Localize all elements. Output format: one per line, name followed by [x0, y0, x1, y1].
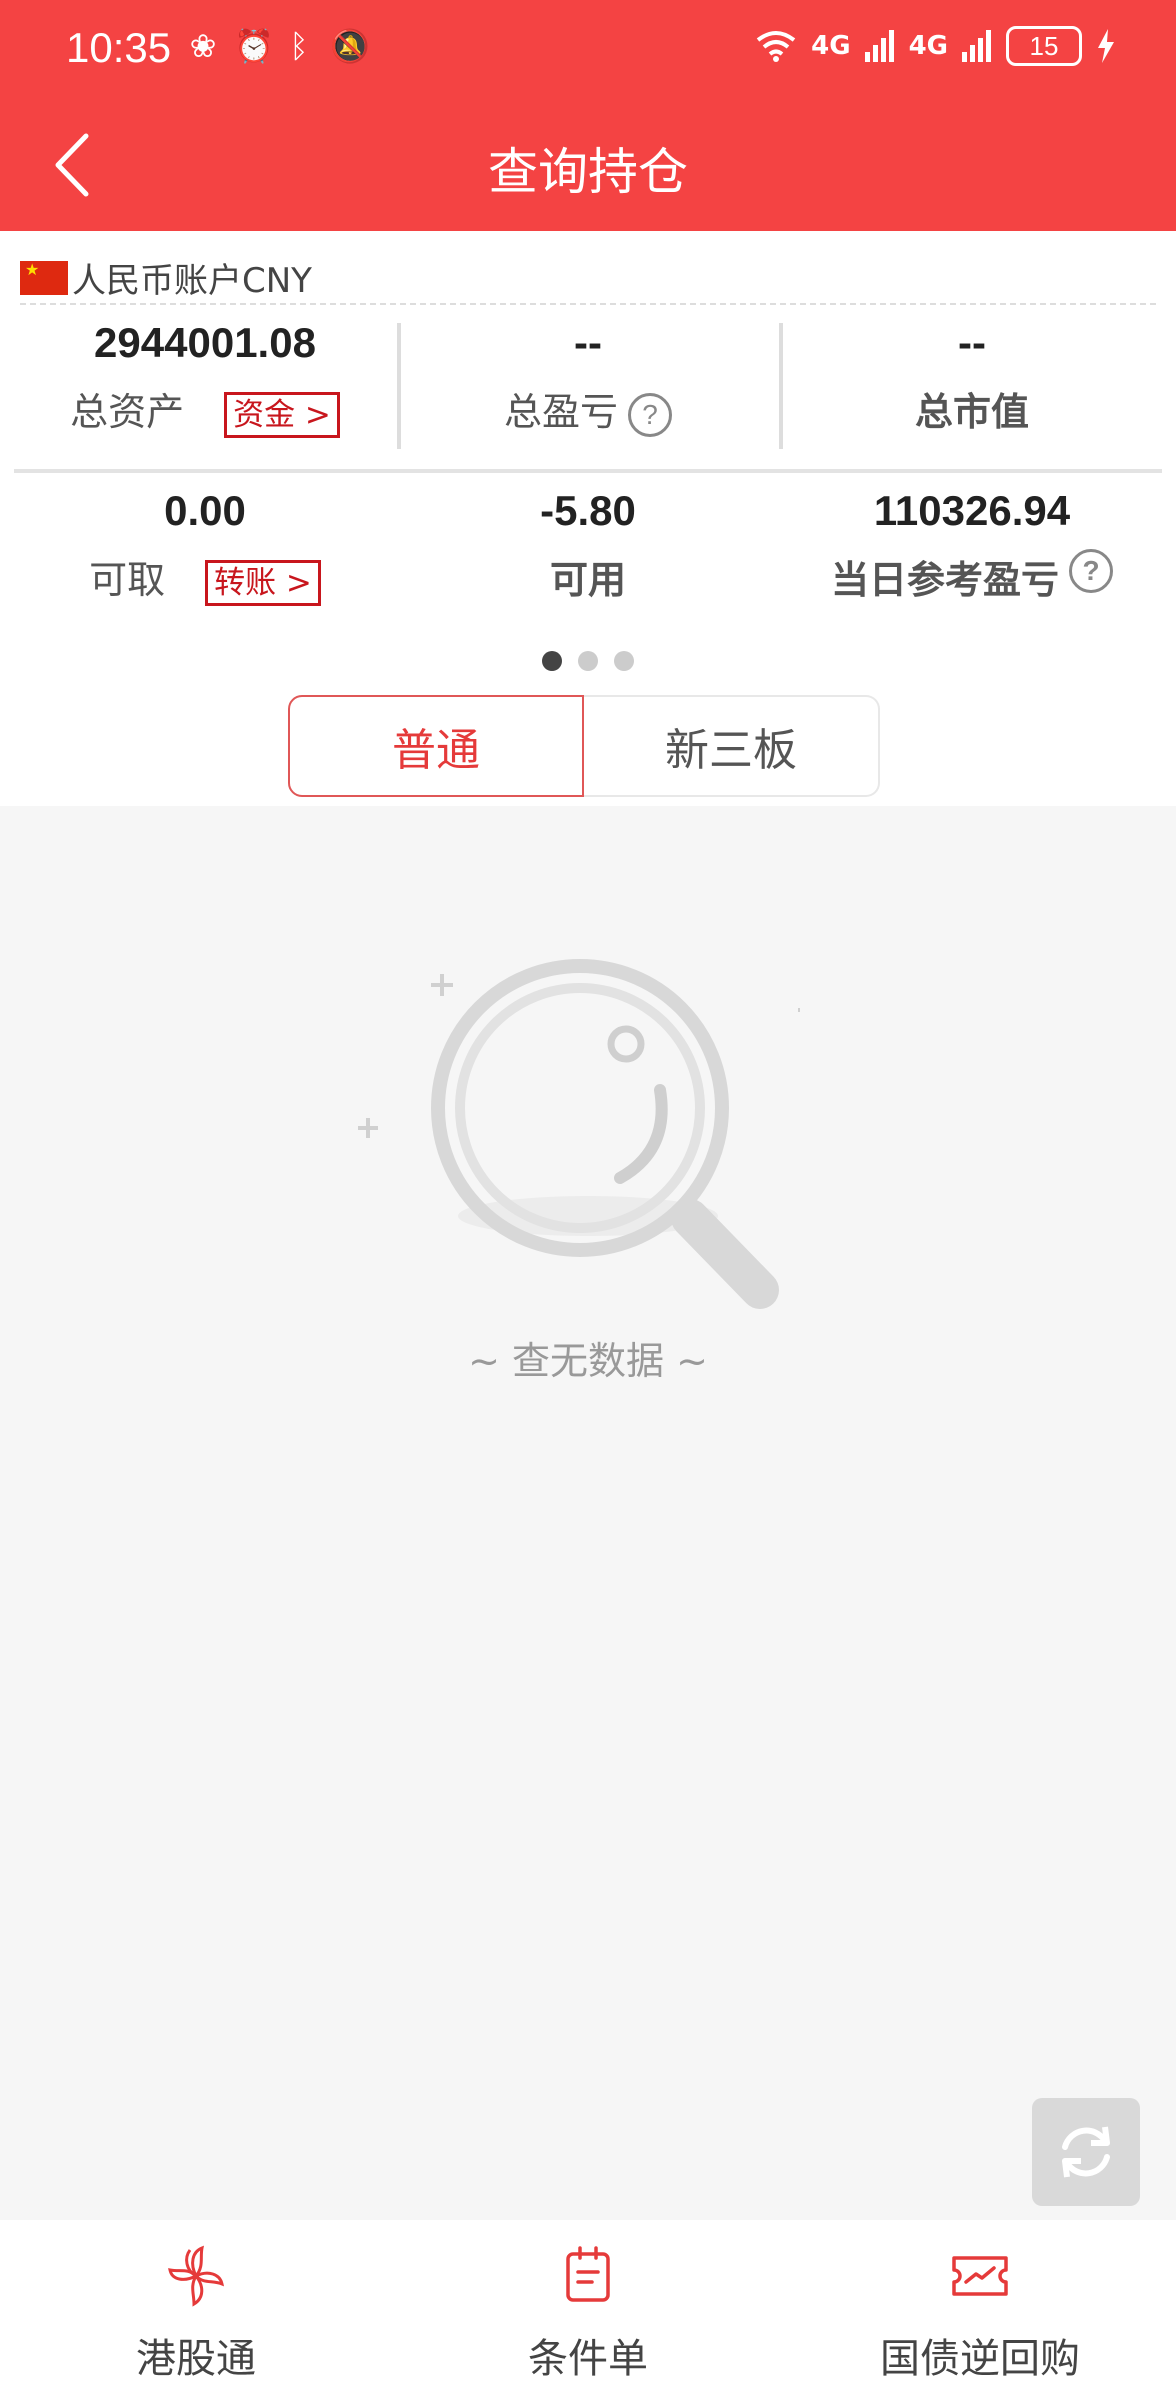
account-summary-card: 人民币账户CNY 2944001.08 总资产资金 > -- 总盈亏? -- 总… — [0, 231, 1176, 806]
daily-pnl-cell: 110326.94 当日参考盈亏? — [781, 487, 1163, 605]
empty-magnifier-illustration — [358, 959, 800, 1309]
battery-indicator: 15 — [1006, 26, 1082, 66]
daily-pnl-label: 当日参考盈亏 — [830, 558, 1059, 602]
total-pnl-value: -- — [574, 319, 602, 366]
charging-icon — [1098, 29, 1114, 63]
bottom-nav: 港股通 条件单 国债逆回购 — [0, 2220, 1176, 2400]
ticket-chart-icon — [952, 2256, 1008, 2296]
document-list-icon — [566, 2246, 610, 2302]
tab-new-third-board[interactable]: 新三板 — [584, 695, 880, 797]
bluetooth-icon: ᛒ — [289, 27, 309, 65]
total-market-value-label: 总市值 — [914, 390, 1029, 434]
top-bar: 10:35 ❀ ⏰ ᛒ 🔕 4G 4G 15 查询持仓 — [0, 0, 1176, 231]
row-divider — [14, 469, 1162, 473]
nav-conditional-order[interactable]: 条件单 — [392, 2220, 784, 2400]
status-left-icons: ❀ ⏰ ᛒ 🔕 — [186, 27, 370, 65]
total-assets-value: 2944001.08 — [94, 319, 316, 366]
page-dot — [614, 651, 634, 671]
daily-pnl-value: 110326.94 — [873, 487, 1071, 534]
page-indicator — [0, 651, 1176, 671]
available-cell: -5.80 可用 — [397, 487, 779, 604]
bauhinia-icon — [168, 2245, 225, 2307]
page-dot — [542, 651, 562, 671]
total-pnl-help-icon[interactable]: ? — [628, 392, 672, 437]
available-label: 可用 — [549, 558, 626, 602]
available-value: -5.80 — [540, 487, 636, 534]
nav-label-hk-connect: 港股通 — [136, 2336, 256, 2382]
status-right-icons: 4G 4G 15 — [755, 26, 1116, 66]
total-market-value-cell: -- 总市值 — [781, 319, 1163, 436]
funds-link[interactable]: 资金 > — [224, 392, 340, 438]
mute-bell-icon: 🔕 — [330, 27, 370, 65]
total-assets-label: 总资产 — [70, 390, 185, 434]
account-currency: 人民币账户CNY — [20, 253, 312, 302]
account-currency-label: 人民币账户CNY — [72, 261, 312, 301]
market-segment-control: 普通 新三板 — [288, 695, 880, 797]
alarm-icon: ⏰ — [234, 27, 274, 65]
empty-state-text: ~ 查无数据 ~ — [468, 1339, 708, 1383]
china-flag-icon — [20, 260, 68, 295]
total-pnl-cell: -- 总盈亏? — [397, 319, 779, 437]
refresh-button[interactable] — [1032, 2098, 1140, 2206]
total-assets-cell: 2944001.08 总资产 资金 > — [14, 319, 396, 438]
total-pnl-label: 总盈亏 — [503, 390, 618, 434]
nav-hk-connect[interactable]: 港股通 — [0, 2220, 392, 2400]
signal-bars-icon — [864, 30, 894, 62]
page-dot — [578, 651, 598, 671]
transfer-link[interactable]: 转账 > — [205, 560, 321, 606]
nav-treasury-repo[interactable]: 国债逆回购 — [784, 2220, 1176, 2400]
withdrawable-label: 可取 — [89, 558, 166, 602]
total-market-value: -- — [958, 319, 986, 366]
withdrawable-cell: 0.00 可取 转账 > — [14, 487, 396, 606]
refresh-icon — [1062, 2126, 1110, 2178]
signal-bars-2-icon — [962, 30, 991, 62]
withdrawable-value: 0.00 — [164, 487, 246, 534]
wifi-icon — [756, 31, 796, 62]
nav-label-treasury-repo: 国债逆回购 — [880, 2336, 1080, 2382]
daily-pnl-help-icon[interactable]: ? — [1069, 548, 1113, 593]
signal-2-label: 4G — [908, 31, 948, 61]
status-time: 10:35 — [66, 24, 172, 71]
nav-label-conditional-order: 条件单 — [528, 2336, 648, 2382]
app-notification-icon: ❀ — [189, 27, 217, 65]
tab-normal[interactable]: 普通 — [288, 695, 584, 797]
page-title: 查询持仓 — [488, 143, 688, 201]
dashed-divider — [20, 303, 1156, 305]
signal-1-label: 4G — [811, 31, 851, 61]
